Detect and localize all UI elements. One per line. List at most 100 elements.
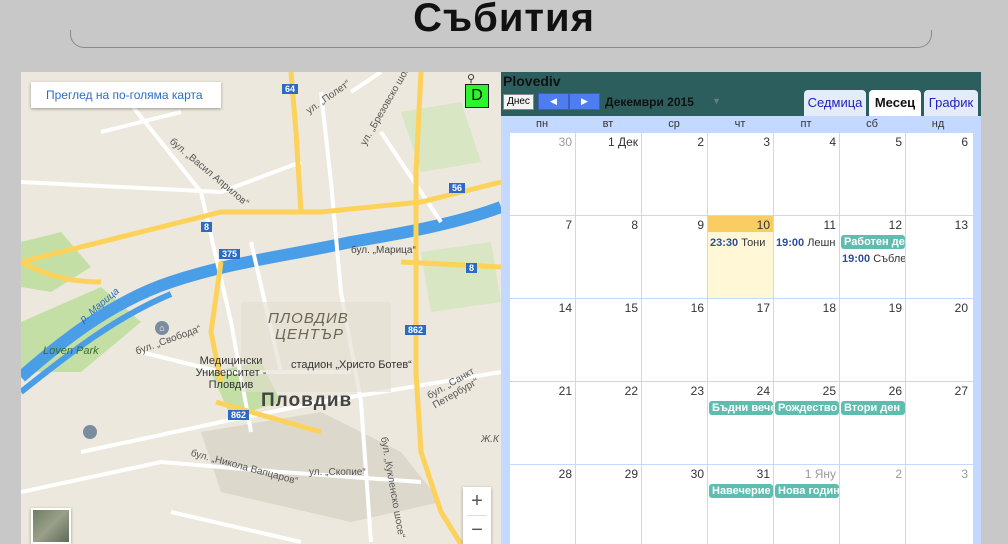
day-cell[interactable]: 20 — [905, 299, 971, 382]
day-cell[interactable]: 13 — [905, 216, 971, 299]
week-row: 28 29 30 31 Навечерие 1 Яну Нова година … — [509, 464, 973, 544]
chevron-right-icon: ▶ — [581, 96, 588, 106]
day-cell[interactable]: 9 — [641, 216, 707, 299]
day-cell[interactable]: 2 — [641, 133, 707, 216]
day-cell[interactable]: 23 — [641, 382, 707, 465]
calendar-event[interactable]: 19:00 Лешн — [776, 237, 839, 249]
all-day-event[interactable]: Нова година — [775, 484, 839, 498]
map-marker[interactable]: D — [465, 84, 489, 108]
day-number: 14 — [558, 301, 572, 315]
calendar-name: Plovediv — [503, 73, 561, 89]
day-cell[interactable]: 5 — [839, 133, 905, 216]
day-number: 9 — [697, 218, 704, 232]
day-cell[interactable]: 27 — [905, 382, 971, 465]
day-number: 7 — [565, 218, 572, 232]
day-cell[interactable]: 30 — [641, 465, 707, 544]
week-row: 30 1 Дек 2 3 4 5 6 — [509, 132, 973, 216]
route-shield-862: 862 — [228, 410, 250, 420]
larger-map-link[interactable]: Преглед на по-голяма карта — [31, 82, 221, 108]
day-cell[interactable]: 4 — [773, 133, 839, 216]
day-number: 5 — [895, 135, 902, 149]
day-cell[interactable]: 2 — [839, 465, 905, 544]
day-cell[interactable]: 29 — [575, 465, 641, 544]
day-cell[interactable]: 14 — [509, 299, 575, 382]
today-button[interactable]: Днес — [503, 94, 534, 110]
day-cell[interactable]: 26 Втори ден — [839, 382, 905, 465]
day-cell[interactable]: 1 Яну Нова година — [773, 465, 839, 544]
tab-agenda[interactable]: График — [924, 90, 978, 116]
day-cell[interactable]: 17 — [707, 299, 773, 382]
day-number: 18 — [822, 301, 836, 315]
day-number: 15 — [624, 301, 638, 315]
all-day-event[interactable]: Втори ден — [841, 401, 905, 415]
event-title: Тони — [741, 237, 766, 249]
calendar-event[interactable]: 19:00 Съблезнание — [842, 253, 905, 265]
day-cell[interactable]: 21 — [509, 382, 575, 465]
zoom-out-button[interactable]: − — [463, 516, 491, 544]
day-number: 25 — [822, 384, 836, 398]
day-cell[interactable]: 12 Работен ден 19:00 Съблезнание — [839, 216, 905, 299]
day-number: 1 Дек — [607, 135, 638, 149]
day-number: 19 — [888, 301, 902, 315]
tab-week[interactable]: Седмица — [804, 90, 866, 116]
day-number: 27 — [954, 384, 968, 398]
day-number: 1 Яну — [804, 467, 836, 481]
day-cell[interactable]: 15 — [575, 299, 641, 382]
zoom-in-button[interactable]: + — [463, 487, 491, 515]
day-number: 28 — [558, 467, 572, 481]
day-cell[interactable]: 8 — [575, 216, 641, 299]
day-cell[interactable]: 6 — [905, 133, 971, 216]
calendar-event[interactable]: 23:30 Тони — [710, 237, 773, 249]
day-cell[interactable]: 1 Дек — [575, 133, 641, 216]
day-number: 29 — [624, 467, 638, 481]
route-shield-8: 8 — [201, 222, 213, 232]
map-label-center: ЦЕНТЪР — [275, 326, 344, 343]
weekday-label: пт — [800, 118, 812, 130]
day-cell[interactable]: 22 — [575, 382, 641, 465]
landmark-icon — [83, 425, 97, 439]
all-day-event[interactable]: Работен ден — [841, 235, 905, 249]
next-month-button[interactable]: ▶ — [569, 93, 600, 110]
day-cell[interactable]: 25 Рождество — [773, 382, 839, 465]
day-cell[interactable]: 30 — [509, 133, 575, 216]
all-day-event[interactable]: Рождество — [775, 401, 839, 415]
map-label-park: Loven Park — [43, 345, 99, 357]
day-number: 16 — [690, 301, 704, 315]
day-cell[interactable]: 28 — [509, 465, 575, 544]
chevron-down-icon[interactable]: ▼ — [712, 96, 721, 106]
day-cell[interactable]: 18 — [773, 299, 839, 382]
all-day-event[interactable]: Навечерие — [709, 484, 773, 498]
day-number: 4 — [829, 135, 836, 149]
all-day-event[interactable]: Бъдни вечер — [709, 401, 773, 415]
day-cell[interactable]: 3 — [707, 133, 773, 216]
current-month-label[interactable]: Декември 2015 — [605, 95, 694, 109]
route-shield-56: 56 — [449, 183, 466, 193]
day-cell[interactable]: 7 — [509, 216, 575, 299]
day-number: 13 — [954, 218, 968, 232]
tab-month[interactable]: Месец — [869, 90, 921, 116]
day-cell[interactable]: 3 — [905, 465, 971, 544]
map-embed[interactable]: Преглед на по-голяма карта ⚲ D 64 56 8 3… — [21, 72, 501, 544]
weekday-label: сб — [866, 118, 878, 130]
calendar-embed: Plovediv Днес ◀ ▶ Декември 2015 ▼ Седмиц… — [501, 72, 981, 544]
day-number: 10 — [756, 218, 770, 232]
day-cell-today[interactable]: 10 23:30 Тони — [707, 216, 773, 299]
day-cell[interactable]: 11 19:00 Лешн — [773, 216, 839, 299]
park-area — [401, 102, 481, 172]
event-title: Лешн — [807, 237, 836, 249]
map-label-poi: Медицински Университет - Пловдив — [195, 355, 267, 391]
day-cell[interactable]: 24 Бъдни вечер — [707, 382, 773, 465]
day-number: 3 — [961, 467, 968, 481]
route-shield-375: 375 — [219, 249, 241, 259]
map-label-street: ул. „Скопие“ — [309, 467, 366, 478]
day-number: 22 — [624, 384, 638, 398]
day-number: 21 — [558, 384, 572, 398]
day-cell[interactable]: 31 Навечерие — [707, 465, 773, 544]
prev-month-button[interactable]: ◀ — [538, 93, 569, 110]
day-cell[interactable]: 16 — [641, 299, 707, 382]
satellite-toggle[interactable] — [31, 508, 71, 544]
day-number: 11 — [823, 218, 836, 232]
route-shield-862: 862 — [405, 325, 427, 335]
day-cell[interactable]: 19 — [839, 299, 905, 382]
weekday-label: ср — [668, 118, 680, 130]
